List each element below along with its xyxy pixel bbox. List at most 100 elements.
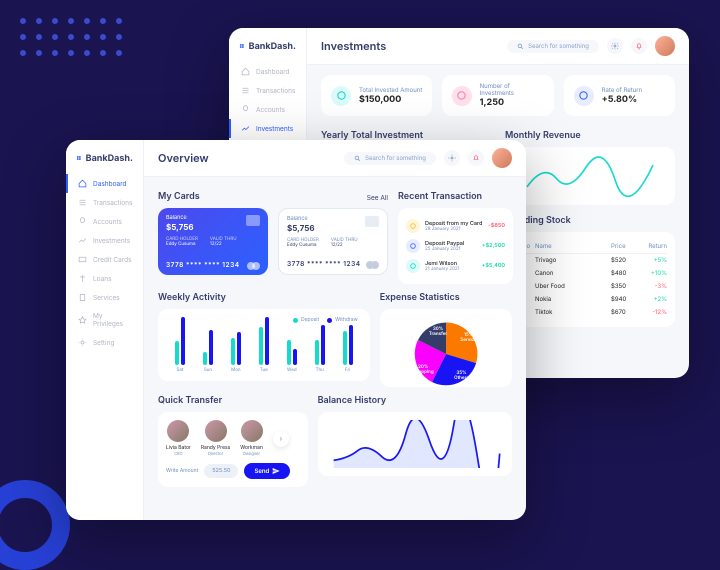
send-button[interactable]: Send — [244, 463, 290, 479]
table-row[interactable]: 03.Uber Food$350-3% — [513, 280, 667, 293]
notifications-button[interactable] — [468, 150, 484, 166]
sidebar-item-dashboard[interactable]: Dashboard — [66, 174, 143, 193]
stat-card: Total Invested Amount$150,000 — [321, 75, 432, 116]
table-row[interactable]: 04.Nokia$940+2% — [513, 293, 667, 306]
weekly-chart: DepositWithdraw SatSunMonTueWedThuFri — [158, 309, 370, 381]
nav-icon — [241, 86, 250, 95]
sidebar-item-services[interactable]: Services — [66, 288, 143, 307]
nav-icon — [241, 105, 250, 114]
avatar — [205, 420, 227, 442]
bar-group: Sat — [175, 317, 185, 373]
search-input[interactable]: Search for something — [507, 40, 599, 53]
transfer-contact[interactable]: Randy PressDirector — [201, 420, 230, 457]
page-title: Investments — [321, 39, 499, 53]
monthly-chart — [505, 147, 675, 205]
sidebar-item-accounts[interactable]: Accounts — [229, 100, 306, 119]
stat-icon — [456, 90, 467, 101]
bar-group: Mon — [231, 332, 241, 373]
bar-group: Fri — [343, 325, 353, 373]
balance-chart — [318, 412, 512, 476]
bell-icon — [472, 154, 480, 162]
bar-group: Thu — [315, 325, 325, 373]
sidebar-item-transactions[interactable]: Transactions — [66, 193, 143, 212]
chip-icon — [365, 216, 379, 227]
transaction-item[interactable]: Jemi Wilson21 January 2021+$5,400 — [406, 256, 505, 276]
section-expense: Expense Statistics — [380, 292, 512, 303]
nav-icon — [241, 67, 250, 76]
transaction-item[interactable]: Deposit from my Card28 January 2021-$850 — [406, 216, 505, 236]
decoration-ring — [0, 480, 70, 570]
sidebar-item-transactions[interactable]: Transactions — [229, 81, 306, 100]
card-network-icon — [247, 262, 260, 270]
page-title: Overview — [158, 151, 336, 165]
brand-logo[interactable]: BankDash. — [66, 152, 143, 174]
search-icon — [354, 155, 361, 162]
send-icon — [272, 467, 280, 475]
table-row[interactable]: 05.Tiktok$670-12% — [513, 306, 667, 319]
sidebar-item-dashboard[interactable]: Dashboard — [229, 62, 306, 81]
gear-icon — [611, 42, 619, 50]
notifications-button[interactable] — [631, 38, 647, 54]
transfer-contact[interactable]: WorkmanDesigner — [240, 420, 263, 457]
section-quicktransfer: Quick Transfer — [158, 395, 308, 406]
window-overview: BankDash. DashboardTransactionsAccountsI… — [66, 140, 526, 520]
expense-pie: 30%Transfer 15%Service 35%Others 20%Shop… — [380, 309, 512, 387]
brand-logo[interactable]: BankDash. — [229, 40, 306, 62]
settings-button[interactable] — [607, 38, 623, 54]
avatar — [167, 420, 189, 442]
decoration-dots — [20, 18, 122, 56]
sidebar-item-investments[interactable]: Investments — [66, 231, 143, 250]
bar-group: Sun — [203, 330, 213, 373]
nav-icon — [78, 293, 87, 302]
section-monthly: Monthly Revenue — [505, 130, 675, 141]
nav-icon — [78, 179, 87, 188]
transaction-icon — [406, 239, 420, 253]
stat-card: Number of Investments1,250 — [442, 75, 553, 116]
bar-group: Tue — [259, 317, 269, 373]
nav-icon — [78, 255, 87, 264]
header: Overview Search for something — [144, 140, 526, 177]
transaction-item[interactable]: Deposit Paypal25 January 2021+$2,500 — [406, 236, 505, 256]
nav-icon — [78, 274, 87, 283]
sidebar-item-loans[interactable]: Loans — [66, 269, 143, 288]
section-recent: Recent Transaction — [398, 191, 513, 202]
table-row[interactable]: 01.Trivago$520+5% — [513, 254, 667, 267]
settings-button[interactable] — [444, 150, 460, 166]
logo-icon — [239, 40, 245, 52]
transfer-contact[interactable]: Livia BatorCEO — [166, 420, 191, 457]
sidebar-item-investments[interactable]: Investments — [229, 119, 306, 138]
avatar — [241, 420, 263, 442]
quick-transfer: Livia BatorCEO Randy PressDirector Workman… — [158, 412, 308, 487]
amount-input[interactable]: 525.50 — [204, 464, 238, 478]
credit-card-primary[interactable]: Balance$5,756 CARD HOLDEREddy CusumaVALI… — [158, 208, 268, 275]
avatar[interactable] — [655, 36, 675, 56]
transaction-icon — [406, 259, 420, 273]
sidebar-item-my-privileges[interactable]: My Privileges — [66, 307, 143, 333]
header: Investments Search for something — [307, 28, 689, 65]
section-mycards: My Cards — [158, 191, 200, 202]
nav-icon — [78, 217, 87, 226]
next-button[interactable]: › — [273, 431, 289, 447]
nav-icon — [78, 236, 87, 245]
card-network-icon — [366, 261, 379, 269]
search-icon — [517, 43, 524, 50]
search-input[interactable]: Search for something — [344, 152, 436, 165]
stat-icon — [578, 90, 589, 101]
table-row[interactable]: 02.Canon$480+10% — [513, 267, 667, 280]
nav-icon — [241, 124, 250, 133]
credit-card-secondary[interactable]: Balance$5,756 CARD HOLDEREddy CusumaVALI… — [278, 208, 388, 275]
bell-icon — [635, 42, 643, 50]
section-weekly: Weekly Activity — [158, 292, 370, 303]
transaction-list: Deposit from my Card28 January 2021-$850… — [398, 208, 513, 284]
nav-icon — [78, 316, 87, 325]
transaction-icon — [406, 219, 420, 233]
avatar[interactable] — [492, 148, 512, 168]
sidebar-item-setting[interactable]: Setting — [66, 333, 143, 352]
legend-item: Withdraw — [327, 317, 358, 323]
see-all-link[interactable]: See All — [367, 194, 388, 202]
legend-item: Deposit — [293, 317, 319, 323]
sidebar: BankDash. DashboardTransactionsAccountsI… — [66, 140, 144, 520]
sidebar-item-credit-cards[interactable]: Credit Cards — [66, 250, 143, 269]
logo-icon — [76, 152, 82, 164]
sidebar-item-accounts[interactable]: Accounts — [66, 212, 143, 231]
